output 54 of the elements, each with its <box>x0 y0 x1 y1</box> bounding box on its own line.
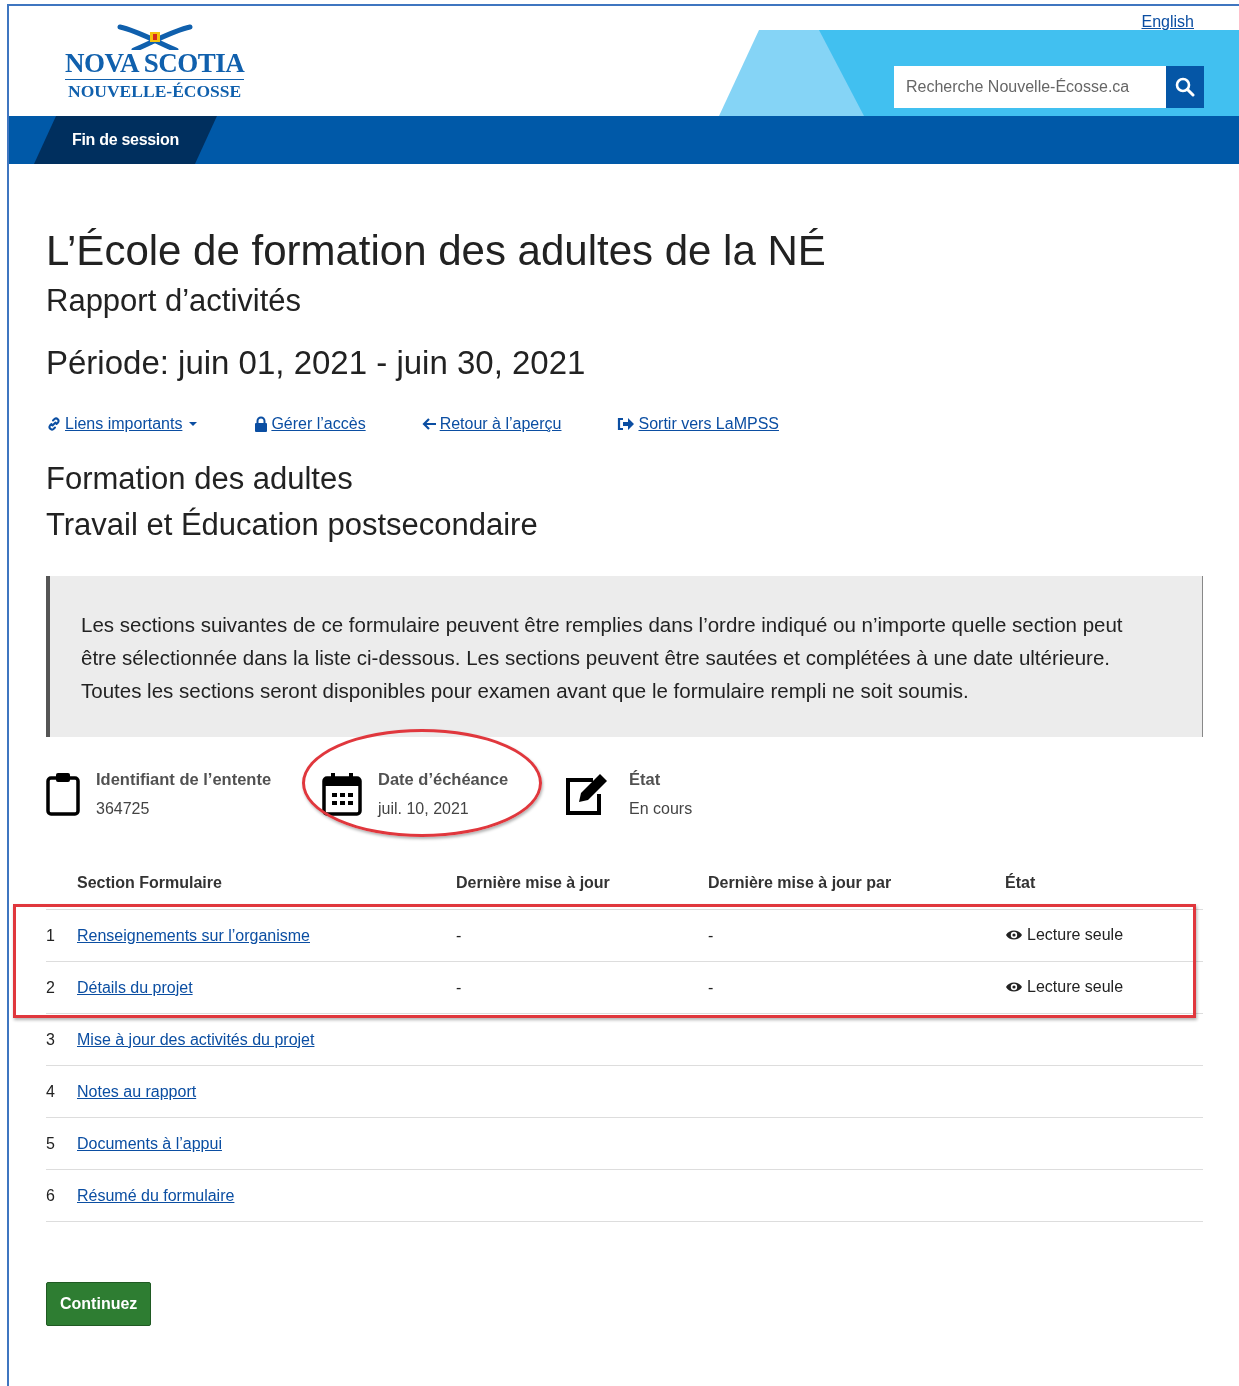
search-button[interactable] <box>1166 66 1204 108</box>
info-value: juil. 10, 2021 <box>378 799 470 820</box>
nav-link[interactable]: Retour à l’aperçu <box>421 412 562 437</box>
eye-icon <box>1005 929 1023 942</box>
period-heading: Période: juin 01, 2021 - juin 30, 2021 <box>46 342 587 383</box>
status-text: Lecture seule <box>1027 977 1124 998</box>
logo[interactable]: NOVA SCOTIA NOUVELLE-ÉCOSSE <box>65 24 245 101</box>
status-text: Lecture seule <box>1027 925 1124 946</box>
info-value: 364725 <box>96 799 151 820</box>
eye-icon <box>1005 981 1023 994</box>
column-header: Dernière mise à jour <box>456 873 611 894</box>
nav-link[interactable]: Sortir vers LaMPSS <box>617 412 779 437</box>
info-value: En cours <box>629 799 693 820</box>
column-header: État <box>1005 872 1037 894</box>
section-link[interactable]: Résumé du formulaire <box>77 1186 235 1204</box>
row-number: 4 <box>46 1081 56 1102</box>
lock-icon <box>254 416 269 433</box>
info-label: Date d’échéance <box>378 768 509 790</box>
arrow-left-icon <box>421 417 437 432</box>
row-number: 1 <box>46 925 56 946</box>
link-icon <box>46 416 62 433</box>
calendar-icon <box>322 771 362 816</box>
section-link[interactable]: Renseignements sur l’organisme <box>77 926 310 944</box>
row-number: 2 <box>46 977 56 998</box>
table-cell: - <box>456 926 462 944</box>
exit-icon <box>617 417 636 432</box>
section-link[interactable]: Notes au rapport <box>77 1082 197 1100</box>
continue-button[interactable]: Continuez <box>46 1282 152 1327</box>
department-heading: Travail et Éducation postsecondaire <box>46 506 539 544</box>
caret-icon <box>188 421 199 428</box>
table-cell: - <box>708 978 714 996</box>
language-link[interactable]: English <box>1141 10 1194 34</box>
nav-link[interactable]: Gérer l’accès <box>254 412 366 437</box>
table-cell: - <box>708 926 714 944</box>
search-icon <box>1175 77 1195 97</box>
program-heading: Formation des adultes <box>46 460 354 498</box>
section-link[interactable]: Détails du projet <box>77 978 193 996</box>
search-field[interactable]: Recherche Nouvelle-Écosse.ca <box>894 66 1166 108</box>
column-header: Section Formulaire <box>77 873 223 894</box>
table-cell: - <box>456 978 462 996</box>
row-number: 3 <box>46 1029 56 1050</box>
column-header: Dernière mise à jour par <box>708 873 893 894</box>
row-number: 6 <box>46 1185 56 1206</box>
page-title: L’École de formation des adultes de la NÉ <box>46 226 827 276</box>
section-link[interactable]: Mise à jour des activités du projet <box>77 1030 315 1048</box>
nav-tab[interactable]: Fin de session <box>34 116 217 164</box>
page-subtitle: Rapport d’activités <box>46 282 302 320</box>
info-label: Identifiant de l’entente <box>96 768 272 790</box>
info-label: État <box>629 768 662 790</box>
notice-text: Les sections suivantes de ce formulaire peuvent être remplies dans l’ordre indiqué ou n’importe quelle section peut être sélectionnée dans la liste ci-dessous. Les sections peuvent être sautées et complétées à une date ultérieure. Toutes les sections seront disponibles pour examen avant que le formulaire rempli ne soit soumis. <box>46 575 1203 737</box>
section-link[interactable]: Documents à l’appui <box>77 1134 222 1152</box>
nav-link[interactable]: Liens importants <box>46 412 199 437</box>
clipboard-icon <box>46 771 80 816</box>
row-number: 5 <box>46 1133 56 1154</box>
